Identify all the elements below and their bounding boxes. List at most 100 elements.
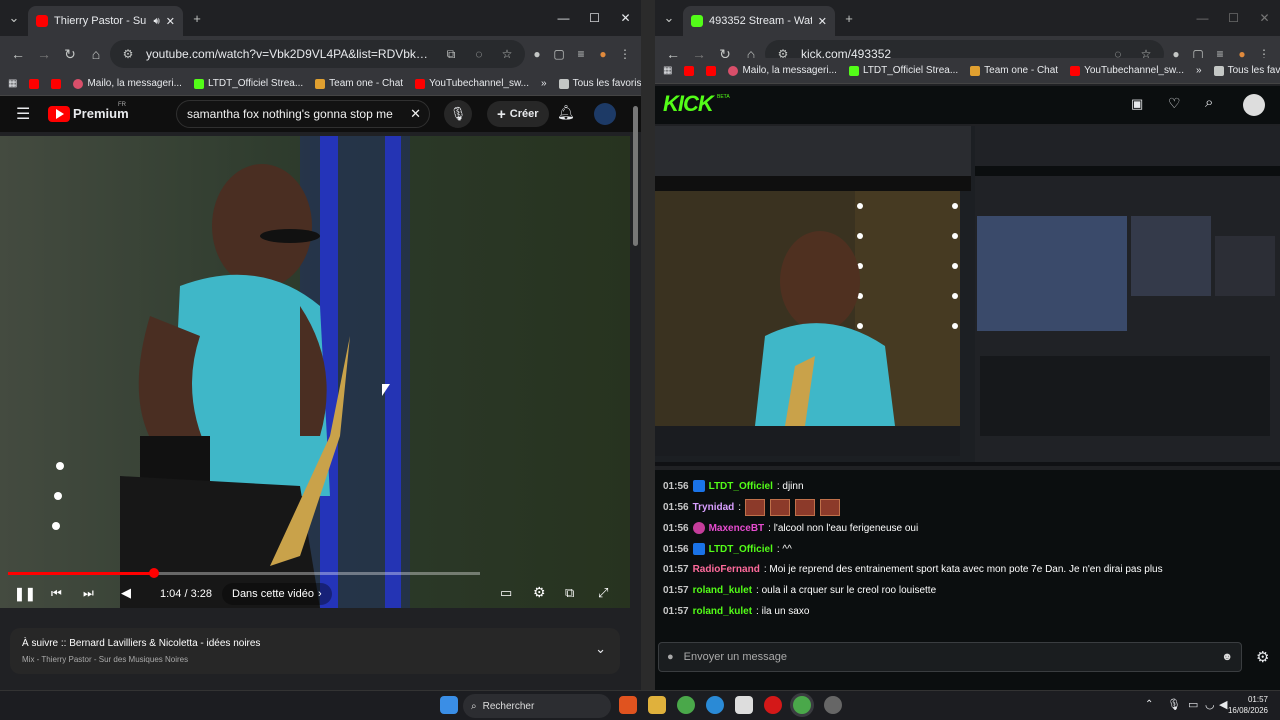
bookmark-yt2[interactable] bbox=[706, 65, 717, 76]
maximize-button[interactable]: ☐ bbox=[579, 0, 610, 36]
youtube-logo-text[interactable]: Premium bbox=[73, 106, 129, 121]
next-icon[interactable]: ⏭ bbox=[83, 586, 94, 601]
chat-username[interactable]: Trynidad bbox=[693, 502, 735, 513]
inbox-icon[interactable]: ▣ bbox=[1131, 96, 1143, 112]
maximize-button[interactable]: ☐ bbox=[1218, 0, 1249, 36]
minimize-button[interactable]: — bbox=[548, 0, 579, 36]
tab-youtube[interactable]: Thierry Pastor - Sur des Mu 🔊︎ ✕ bbox=[28, 6, 183, 36]
chat-username[interactable]: RadioFernand bbox=[693, 564, 760, 575]
bookmark-ltdt[interactable]: LTDT_Officiel Strea... bbox=[848, 65, 958, 76]
search-icon[interactable]: ⌕ bbox=[1205, 94, 1213, 111]
settings-gear-icon[interactable]: ⚙ bbox=[533, 584, 546, 601]
close-window-button[interactable]: ✕ bbox=[610, 0, 641, 36]
chapter-button[interactable]: Dans cette vidéo › bbox=[222, 583, 332, 605]
opera-icon[interactable] bbox=[764, 696, 782, 714]
settings-app-icon[interactable] bbox=[824, 696, 842, 714]
extension-icon[interactable]: ● bbox=[527, 47, 547, 61]
bookmark-star-icon[interactable]: ☆ bbox=[497, 47, 517, 61]
microphone-icon[interactable]: 🎙︎ bbox=[444, 100, 472, 128]
bookmark-mailo[interactable]: Mailo, la messageri... bbox=[728, 65, 837, 76]
apps-grid-icon[interactable]: ▦ bbox=[663, 65, 672, 76]
menu-kebab-icon[interactable]: ⋮ bbox=[615, 47, 635, 61]
bookmark-ytchannel[interactable]: YouTubechannel_sw... bbox=[415, 78, 529, 89]
page-scrollbar[interactable] bbox=[633, 106, 638, 246]
search-input[interactable]: samantha fox nothing's gonna stop me ✕ bbox=[176, 100, 430, 128]
reload-button[interactable]: ↻ bbox=[58, 42, 82, 66]
start-windows-icon[interactable] bbox=[440, 696, 458, 714]
bookmark-mailo[interactable]: Mailo, la messageri... bbox=[73, 78, 182, 89]
back-button[interactable]: ← bbox=[6, 42, 30, 66]
new-tab-button[interactable]: + bbox=[183, 4, 211, 32]
bookmark-folder-all[interactable]: Tous les favoris bbox=[558, 78, 641, 89]
bookmark-yt1[interactable] bbox=[29, 78, 40, 89]
bookmark-folder-all[interactable]: Tous les favoris bbox=[1213, 65, 1280, 76]
tray-chevron-icon[interactable]: ⌃ bbox=[1145, 699, 1153, 710]
chat-settings-gear-icon[interactable]: ⚙ bbox=[1256, 648, 1269, 666]
address-bar[interactable]: ⚙ youtube.com/watch?v=Vbk2D9VL4PA&list=R… bbox=[110, 40, 525, 68]
tab-kick[interactable]: 493352 Stream - Watch Live on ✕ bbox=[683, 6, 835, 36]
more-bookmarks-icon[interactable]: » bbox=[1196, 65, 1202, 76]
site-info-icon[interactable]: ⚙ bbox=[118, 47, 138, 61]
volume-icon[interactable]: ◀ bbox=[121, 585, 131, 601]
tray-mic-icon[interactable]: 🎙︎ bbox=[1167, 698, 1181, 711]
subtitles-icon[interactable]: ▭ bbox=[500, 585, 512, 601]
clear-search-icon[interactable]: ✕ bbox=[410, 106, 421, 122]
hamburger-menu-icon[interactable]: ☰ bbox=[16, 104, 30, 124]
tray-monitor-icon[interactable]: ▭ bbox=[1188, 698, 1198, 711]
fullscreen-icon[interactable]: ⤢ bbox=[598, 585, 608, 601]
heart-icon[interactable]: ♡ bbox=[1168, 95, 1181, 112]
miniplayer-icon[interactable]: ⧉ bbox=[565, 585, 574, 601]
emoji-icon[interactable]: ☻ bbox=[1221, 651, 1233, 663]
progress-track[interactable] bbox=[8, 572, 480, 575]
expand-chevron-icon[interactable]: ⌄ bbox=[595, 641, 606, 657]
forward-button[interactable]: → bbox=[32, 42, 56, 66]
install-app-icon[interactable]: ⧉ bbox=[441, 47, 461, 62]
bookmark-yt1[interactable] bbox=[684, 65, 695, 76]
create-button[interactable]: + Créer bbox=[487, 101, 549, 127]
up-next-panel[interactable]: À suivre :: Bernard Lavilliers & Nicolet… bbox=[10, 628, 620, 674]
bookmark-ytchannel[interactable]: YouTubechannel_sw... bbox=[1070, 65, 1184, 76]
taskbar-search[interactable]: ⌕ Rechercher bbox=[463, 694, 611, 718]
close-window-button[interactable]: ✕ bbox=[1249, 0, 1280, 36]
bookmark-yt2[interactable] bbox=[51, 78, 62, 89]
pause-icon[interactable]: ❚❚ bbox=[14, 586, 36, 602]
edge-icon[interactable] bbox=[706, 696, 724, 714]
chat-username[interactable]: roland_kulet bbox=[693, 606, 752, 617]
bookmark-teamone[interactable]: Team one - Chat bbox=[315, 78, 403, 89]
brave-browser-icon[interactable] bbox=[619, 696, 637, 714]
more-bookmarks-icon[interactable]: » bbox=[541, 78, 547, 89]
stream-player[interactable] bbox=[655, 126, 1280, 466]
bookmark-ltdt[interactable]: LTDT_Officiel Strea... bbox=[193, 78, 303, 89]
media-control-icon[interactable]: ≡ bbox=[571, 47, 591, 61]
tab-search-icon[interactable]: ⌄ bbox=[0, 4, 28, 32]
notifications-bell-icon[interactable]: 🔔︎ bbox=[557, 104, 575, 121]
profile-avatar-icon[interactable]: ● bbox=[593, 47, 613, 61]
chrome-icon[interactable] bbox=[677, 696, 695, 714]
chat-message-input[interactable]: ● Envoyer un message ☻ bbox=[658, 642, 1242, 672]
file-explorer-icon[interactable] bbox=[648, 696, 666, 714]
eye-off-icon[interactable]: ◌ bbox=[469, 47, 489, 61]
bookmark-teamone[interactable]: Team one - Chat bbox=[970, 65, 1058, 76]
minimize-button[interactable]: — bbox=[1187, 0, 1218, 36]
chat-username[interactable]: LTDT_Officiel bbox=[709, 544, 773, 555]
tab-search-icon[interactable]: ⌄ bbox=[655, 4, 683, 32]
tray-network-icon[interactable]: ◡ bbox=[1205, 698, 1215, 711]
video-player[interactable] bbox=[0, 136, 630, 608]
avatar[interactable] bbox=[1243, 94, 1265, 116]
previous-icon[interactable]: ⏮ bbox=[51, 586, 62, 601]
kick-logo[interactable]: KICK bbox=[663, 91, 714, 117]
chat-username[interactable]: MaxenceBT bbox=[709, 523, 765, 534]
capture-tool-icon[interactable] bbox=[735, 696, 753, 714]
new-tab-button[interactable]: + bbox=[835, 4, 863, 32]
chrome-active-icon[interactable] bbox=[793, 696, 811, 714]
chat-mode-icon[interactable]: ● bbox=[667, 651, 674, 663]
puzzle-extensions-icon[interactable]: ▢ bbox=[549, 47, 569, 61]
home-button[interactable]: ⌂ bbox=[84, 42, 108, 66]
tray-volume-icon[interactable]: ◀ bbox=[1219, 698, 1227, 711]
tab-close-icon[interactable]: ✕ bbox=[818, 15, 827, 28]
chat-username[interactable]: LTDT_Officiel bbox=[709, 481, 773, 492]
avatar[interactable] bbox=[594, 103, 616, 125]
chat-username[interactable]: roland_kulet bbox=[693, 585, 752, 596]
tab-close-icon[interactable]: ✕ bbox=[166, 15, 175, 28]
speaker-icon[interactable]: 🔊︎ bbox=[153, 16, 159, 27]
